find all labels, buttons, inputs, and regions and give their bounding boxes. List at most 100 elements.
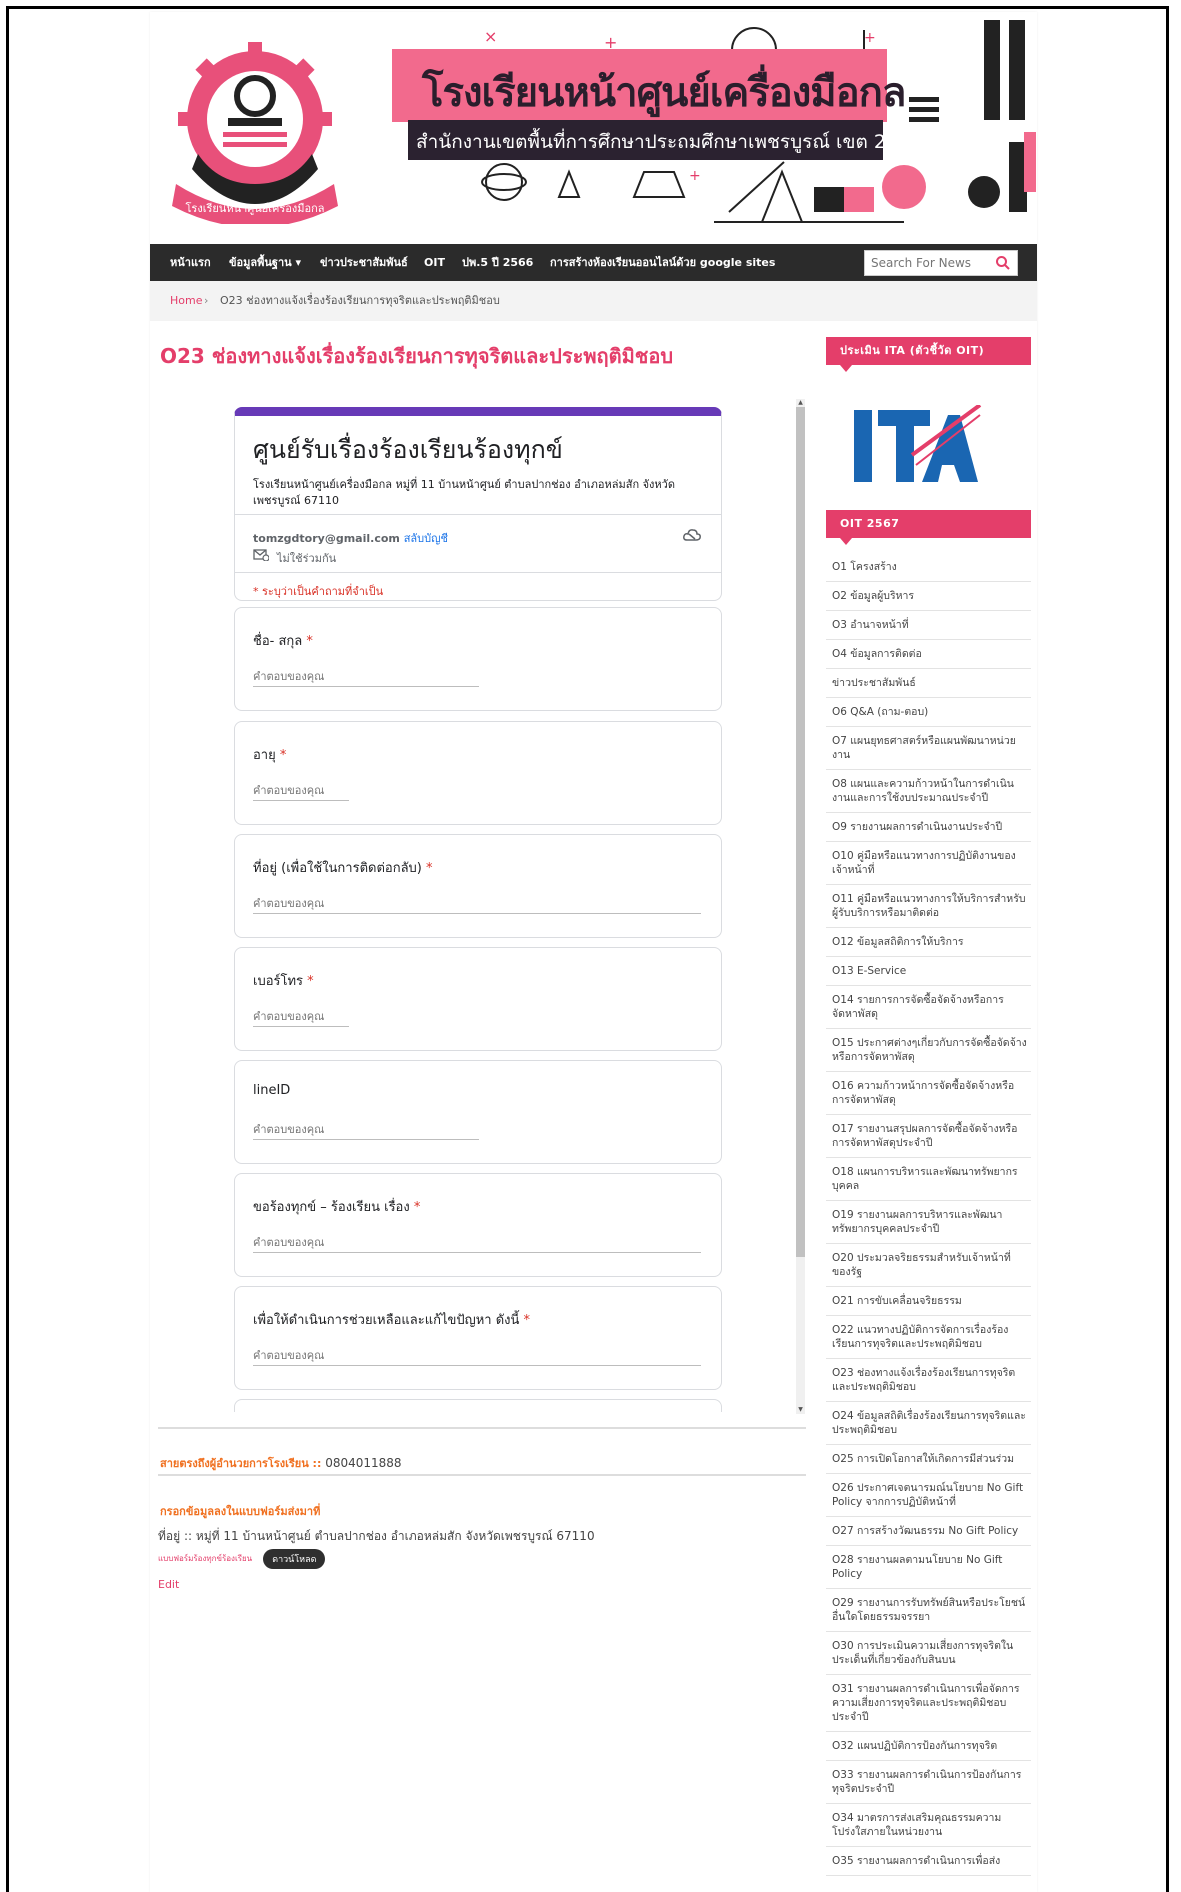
ita-heading: ประเมิน ITA (ตัวชี้วัด OIT) <box>826 337 1031 372</box>
edit-link[interactable]: Edit <box>158 1578 179 1591</box>
scroll-up-icon[interactable]: ▲ <box>796 399 805 407</box>
file-row: แบบฟอร์มร้องทุกข์ร้องเรียน ดาวน์โหลด <box>158 1548 326 1569</box>
nav-item-google-sites[interactable]: การสร้างห้องเรียนออนไลน์ด้วย google site… <box>550 244 775 281</box>
sidebar-item[interactable]: ข่าวประชาสัมพันธ์ <box>826 669 1031 698</box>
question-label: ขอร้องทุกข์ – ร้องเรียน เรื่อง * <box>253 1200 421 1215</box>
nav-item-oit[interactable]: OIT <box>424 244 445 281</box>
embedded-form: ศูนย์รับเรื่องร้องเรียนร้องทุกข์ โรงเรีย… <box>150 387 806 1412</box>
sidebar-item[interactable]: O32 แผนปฏิบัติการป้องกันการทุจริต <box>826 1732 1031 1761</box>
page-title: O23 ช่องทางแจ้งเรื่องร้องเรียนการทุจริตแ… <box>160 344 674 368</box>
fill-form-note: กรอกข้อมูลลงในแบบฟอร์มส่งมาที่ <box>160 1505 321 1518</box>
sidebar-item[interactable]: O15 ประกาศต่างๆเกี่ยวกับการจัดซื้อจัดจ้า… <box>826 1029 1031 1072</box>
sidebar-item[interactable]: O22 แนวทางปฏิบัติการจัดการเรื่องร้องเรีย… <box>826 1316 1031 1359</box>
question-card-complaint: ขอร้องทุกข์ – ร้องเรียน เรื่อง * <box>234 1173 722 1277</box>
breadcrumb-current: O23 ช่องทางแจ้งเรื่องร้องเรียนการทุจริตแ… <box>220 294 500 307</box>
request-field[interactable] <box>253 1345 701 1366</box>
breadcrumb: Home › O23 ช่องทางแจ้งเรื่องร้องเรียนการ… <box>150 281 1037 321</box>
address-field[interactable] <box>253 893 701 914</box>
sidebar-item[interactable]: O24 ข้อมูลสถิติเรื่องร้องเรียนการทุจริตแ… <box>826 1402 1031 1445</box>
question-card-phone: เบอร์โทร * <box>234 947 722 1051</box>
sidebar-item[interactable]: O26 ประกาศเจตนารมณ์นโยบาย No Gift Policy… <box>826 1474 1031 1517</box>
sidebar-item[interactable]: O27 การสร้างวัฒนธรรม No Gift Policy <box>826 1517 1031 1546</box>
sidebar-item[interactable]: O2 ข้อมูลผู้บริหาร <box>826 582 1031 611</box>
search-input[interactable] <box>865 251 989 275</box>
sidebar-item[interactable]: O17 รายงานสรุปผลการจัดซื้อจัดจ้างหรือการ… <box>826 1115 1031 1158</box>
divider <box>235 514 721 515</box>
svg-text:+: + <box>689 168 701 184</box>
complaint-field[interactable] <box>253 1232 701 1253</box>
sidebar-item[interactable]: O7 แผนยุทธศาสตร์หรือแผนพัฒนาหน่วยงาน <box>826 727 1031 770</box>
sidebar-item[interactable]: O23 ช่องทางแจ้งเรื่องร้องเรียนการทุจริตแ… <box>826 1359 1031 1402</box>
sidebar-item[interactable]: O8 แผนและความก้าวหน้าในการดำเนินงานและกา… <box>826 770 1031 813</box>
nav-item-basic-info[interactable]: ข้อมูลพื้นฐาน ▾ <box>229 244 301 281</box>
sidebar-item[interactable]: O29 รายงานการรับทรัพย์สินหรือประโยชน์อื่… <box>826 1589 1031 1632</box>
question-card-request: เพื่อให้ดำเนินการช่วยเหลือและแก้ไขปัญหา … <box>234 1286 722 1390</box>
scroll-thumb[interactable] <box>796 407 805 1257</box>
download-button[interactable]: ดาวน์โหลด <box>263 1548 326 1569</box>
cloud-icon <box>683 529 701 541</box>
not-shared-label: ไม่ใช้ร่วมกัน <box>277 552 337 565</box>
required-note: * ระบุว่าเป็นคำถามที่จำเป็น <box>253 585 384 598</box>
sidebar-item[interactable]: O20 ประมวลจริยธรรมสำหรับเจ้าหน้าที่ของรั… <box>826 1244 1031 1287</box>
school-name: โรงเรียนหน้าศูนย์เครื่องมือกล <box>422 70 906 116</box>
question-label: lineID <box>253 1083 291 1098</box>
divider <box>158 1427 806 1429</box>
school-logo: โรงเรียนหน้าศูนย์เครื่องมือกล <box>172 42 338 224</box>
question-label: ที่อยู่ (เพื่อใช้ในการติดต่อกลับ) * <box>253 861 433 876</box>
form-title: ศูนย์รับเรื่องร้องเรียนร้องทุกข์ <box>253 435 563 464</box>
sidebar-item[interactable]: O30 การประเมินความเสี่ยงการทุจริตในประเด… <box>826 1632 1031 1675</box>
form-scrollbar[interactable]: ▲ ▼ <box>796 399 805 1414</box>
breadcrumb-separator: › <box>204 294 209 307</box>
sidebar-item[interactable]: O21 การขับเคลื่อนจริยธรรม <box>826 1287 1031 1316</box>
ita-logo[interactable] <box>852 405 982 485</box>
sidebar-item[interactable]: O18 แผนการบริหารและพัฒนาทรัพยากรบุคคล <box>826 1158 1031 1201</box>
sidebar-item[interactable]: O13 E-Service <box>826 957 1031 986</box>
contact-number: 0804011888 <box>325 1456 402 1470</box>
sidebar-item[interactable]: O11 คู่มือหรือแนวทางการให้บริการสำหรับผู… <box>826 885 1031 928</box>
ita-widget <box>826 365 1031 510</box>
scroll-down-icon[interactable]: ▼ <box>796 1406 805 1414</box>
complaint-form-link[interactable]: แบบฟอร์มร้องทุกข์ร้องเรียน <box>158 1554 252 1563</box>
svg-text:+: + <box>864 30 876 46</box>
oit-heading: OIT 2567 <box>826 510 1031 545</box>
switch-account-link[interactable]: สลับบัญชี <box>404 532 448 545</box>
question-label: เบอร์โทร * <box>253 974 314 989</box>
sidebar-item[interactable]: O25 การเปิดโอกาสให้เกิดการมีส่วนร่วม <box>826 1445 1031 1474</box>
oit-list: O1 โครงสร้าง O2 ข้อมูลผู้บริหาร O3 อำนาจหน… <box>826 553 1031 1876</box>
phone-field[interactable] <box>253 1006 349 1027</box>
sidebar-item[interactable]: O19 รายงานผลการบริหารและพัฒนาทรัพยากรบุค… <box>826 1201 1031 1244</box>
sidebar-item[interactable]: O6 Q&A (ถาม-ตอบ) <box>826 698 1031 727</box>
divider <box>158 1474 806 1476</box>
breadcrumb-home[interactable]: Home <box>170 281 202 321</box>
sidebar-item[interactable]: O1 โครงสร้าง <box>826 553 1031 582</box>
site-banner: โรงเรียนหน้าศูนย์เครื่องมือกล × + + + โร… <box>150 12 1037 244</box>
nav-item-por5[interactable]: ปพ.5 ปี 2566 <box>462 244 533 281</box>
sidebar-item[interactable]: O14 รายการการจัดซื้อจัดจ้างหรือการจัดหาพ… <box>826 986 1031 1029</box>
sidebar-item[interactable]: O9 รายงานผลการดำเนินงานประจำปี <box>826 813 1031 842</box>
question-label: เพื่อให้ดำเนินการช่วยเหลือและแก้ไขปัญหา … <box>253 1313 531 1328</box>
sidebar-item[interactable]: O31 รายงานผลการดำเนินการเพื่อจัดการความเ… <box>826 1675 1031 1732</box>
sidebar-item[interactable]: O16 ความก้าวหน้าการจัดซื้อจัดจ้างหรือการ… <box>826 1072 1031 1115</box>
name-field[interactable] <box>253 666 479 687</box>
age-field[interactable] <box>253 780 349 801</box>
svg-text:×: × <box>484 27 497 46</box>
sidebar-item[interactable]: O3 อำนาจหน้าที่ <box>826 611 1031 640</box>
page-container: โรงเรียนหน้าศูนย์เครื่องมือกล × + + + โร… <box>150 12 1037 1892</box>
sidebar-item[interactable]: O10 คู่มือหรือแนวทางการปฏิบัติงานของเจ้า… <box>826 842 1031 885</box>
sidebar: ประเมิน ITA (ตัวชี้วัด OIT) OIT 2567 O1 … <box>826 337 1031 1876</box>
main-nav: หน้าแรก ข้อมูลพื้นฐาน ▾ ข่าวประชาสัมพันธ… <box>150 244 1037 281</box>
question-label: อายุ * <box>253 748 287 763</box>
sidebar-item[interactable]: O34 มาตรการส่งเสริมคุณธรรมความโปร่งใสภาย… <box>826 1804 1031 1847</box>
school-subtitle: สำนักงานเขตพื้นที่การศึกษาประถมศึกษาเพชร… <box>416 131 886 153</box>
search-icon[interactable] <box>995 255 1011 271</box>
sidebar-item[interactable]: O12 ข้อมูลสถิติการให้บริการ <box>826 928 1031 957</box>
sidebar-item[interactable]: O33 รายงานผลการดำเนินการป้องกันการทุจริต… <box>826 1761 1031 1804</box>
nav-item-home[interactable]: หน้าแรก <box>170 244 211 281</box>
nav-item-news[interactable]: ข่าวประชาสัมพันธ์ <box>320 244 408 281</box>
school-address: ที่อยู่ :: หมู่ที่ 11 บ้านหน้าศูนย์ ตำบล… <box>158 1529 595 1543</box>
sidebar-item[interactable]: O35 รายงานผลการดำเนินการเพื่อส่ง <box>826 1847 1031 1876</box>
director-contact: สายตรงถึงผู้อำนวยการโรงเรียน :: 08040118… <box>160 1454 402 1472</box>
sidebar-item[interactable]: O4 ข้อมูลการติดต่อ <box>826 640 1031 669</box>
lineid-field[interactable] <box>253 1119 479 1140</box>
sidebar-item[interactable]: O28 รายงานผลตามนโยบาย No Gift Policy <box>826 1546 1031 1589</box>
